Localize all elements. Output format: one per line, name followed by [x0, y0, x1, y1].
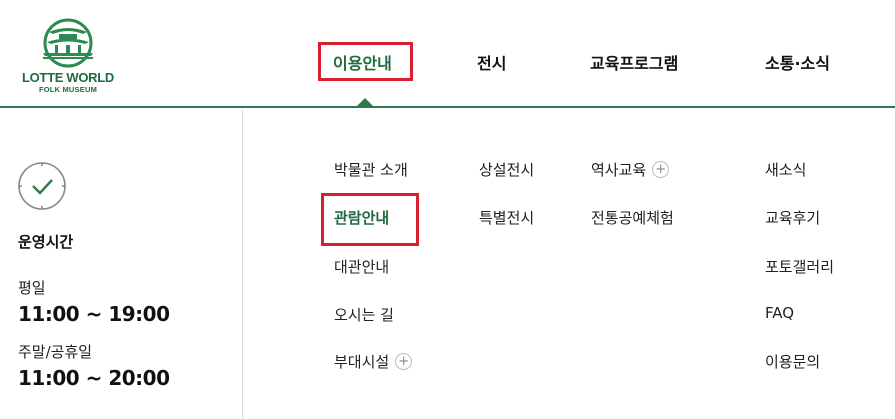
submenu-item-directions[interactable]: 오시는 길: [334, 304, 394, 325]
logo-title: LOTTE WORLD: [21, 70, 115, 85]
opening-hours-title: 운영시간: [18, 233, 74, 251]
gnb-item-exhibition[interactable]: 전시: [477, 50, 506, 74]
submenu-item-photo-gallery[interactable]: 포토갤러리: [765, 256, 834, 277]
opening-hours-panel: 운영시간 평일 11:00 ~ 19:00 주말/공휴일 11:00 ~ 20:…: [0, 110, 243, 419]
submenu-item-faq[interactable]: FAQ: [765, 304, 794, 322]
weekend-label: 주말/공휴일: [18, 343, 93, 361]
submenu-item-visit-guide[interactable]: 관람안내: [334, 207, 389, 228]
submenu-item-facilities[interactable]: 부대시설 +: [334, 351, 413, 372]
header: LOTTE WORLD FOLK MUSEUM 이용안내 전시 교육프로그램 소…: [0, 0, 895, 108]
submenu-item-rental-guide[interactable]: 대관안내: [334, 256, 389, 277]
submenu-item-permanent-exhibition[interactable]: 상설전시: [479, 159, 534, 180]
submenu-item-special-exhibition[interactable]: 특별전시: [479, 207, 534, 228]
weekday-hours: 11:00 ~ 19:00: [18, 302, 170, 326]
submenu-item-news[interactable]: 새소식: [765, 159, 806, 180]
weekday-label: 평일: [18, 279, 46, 297]
gnb-item-usage-guide[interactable]: 이용안내: [333, 50, 392, 74]
expand-plus-icon[interactable]: +: [652, 161, 670, 178]
logo-emblem-icon: [43, 18, 93, 68]
weekend-hours: 11:00 ~ 20:00: [18, 366, 170, 390]
submenu-item-education-reviews[interactable]: 교육후기: [765, 207, 820, 228]
gnb-item-education[interactable]: 교육프로그램: [590, 50, 678, 74]
active-pointer-icon: [355, 98, 375, 108]
submenu-item-inquiry[interactable]: 이용문의: [765, 351, 820, 372]
logo-subtitle: FOLK MUSEUM: [38, 85, 98, 94]
gnb-item-community[interactable]: 소통·소식: [765, 50, 830, 74]
submenu-item-traditional-craft[interactable]: 전통공예체험: [591, 207, 674, 228]
museum-logo[interactable]: LOTTE WORLD FOLK MUSEUM: [14, 18, 122, 94]
submenu-item-history-education[interactable]: 역사교육 +: [591, 159, 670, 180]
expand-plus-icon[interactable]: +: [395, 353, 413, 370]
clock-check-icon: [18, 162, 66, 210]
submenu-item-museum-intro[interactable]: 박물관 소개: [334, 159, 408, 180]
